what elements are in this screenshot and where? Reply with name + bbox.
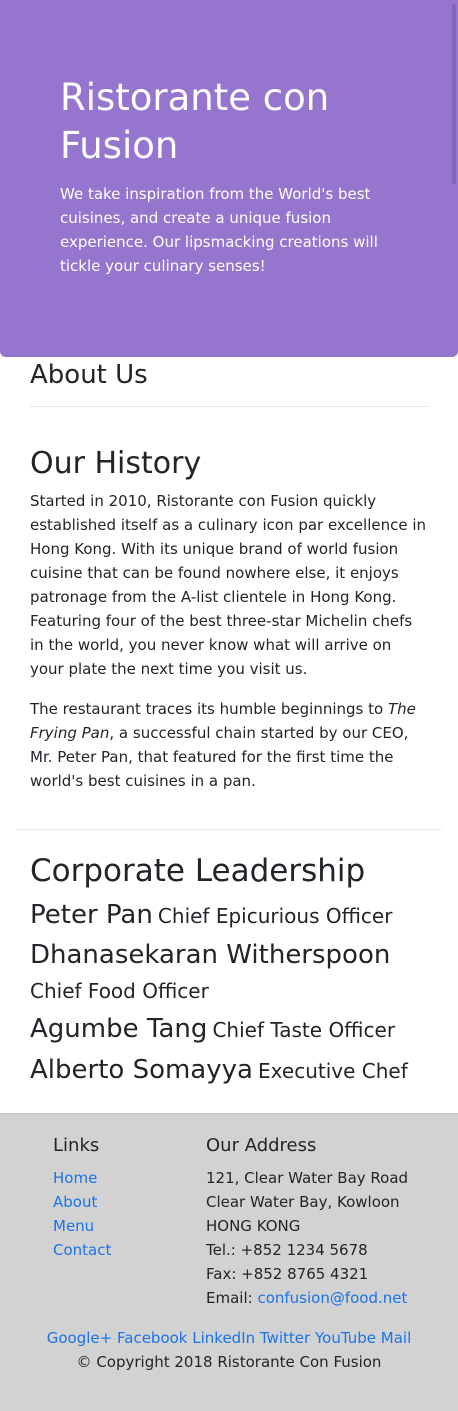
leader-name: Alberto Somayya: [30, 1055, 253, 1085]
leader-role: Chief Taste Officer: [212, 1018, 396, 1042]
footer-link-item: About: [53, 1190, 111, 1214]
footer-links: Home About Menu Contact: [53, 1166, 111, 1262]
twitter-link[interactable]: Twitter: [260, 1329, 310, 1347]
leader-role: Executive Chef: [258, 1059, 408, 1083]
link-menu[interactable]: Menu: [53, 1217, 94, 1235]
address-heading: Our Address: [206, 1135, 317, 1156]
copyright: © Copyright 2018 Ristorante Con Fusion: [76, 1353, 382, 1371]
links-heading: Links: [53, 1135, 100, 1156]
footer-link-item: Home: [53, 1166, 111, 1190]
link-about[interactable]: About: [53, 1193, 97, 1211]
leader-entry: Alberto Somayya Executive Chef: [30, 1052, 430, 1089]
scrollbar-thumb[interactable]: [452, 4, 456, 184]
footer-link-item: Contact: [53, 1238, 111, 1262]
leader-role: Chief Food Officer: [30, 979, 209, 1003]
youtube-link[interactable]: YouTube: [315, 1329, 376, 1347]
leader-name: Dhanasekaran Witherspoon: [30, 940, 391, 970]
history-paragraph-2: The restaurant traces its humble beginni…: [30, 697, 428, 793]
restaurant-description: We take inspiration from the World's bes…: [60, 185, 378, 275]
footer-link-item: Menu: [53, 1214, 111, 1238]
google-plus-link[interactable]: Google+: [47, 1329, 112, 1347]
leader-name: Peter Pan: [30, 900, 153, 930]
link-home[interactable]: Home: [53, 1169, 97, 1187]
divider: [30, 406, 428, 407]
social-links: Google+ Facebook LinkedIn Twitter YouTub…: [0, 1326, 458, 1350]
address-block: 121, Clear Water Bay Road Clear Water Ba…: [206, 1166, 408, 1310]
leader-name: Agumbe Tang: [30, 1014, 208, 1044]
leader-entry: Peter Pan Chief Epicurious Officer: [30, 897, 430, 934]
link-contact[interactable]: Contact: [53, 1241, 111, 1259]
history-heading: Our History: [30, 446, 202, 481]
section-divider: [16, 829, 442, 830]
email-label: Email:: [206, 1289, 258, 1307]
leader-role: Chief Epicurious Officer: [157, 904, 393, 928]
para2-text-a: The restaurant traces its humble beginni…: [30, 700, 388, 718]
history-paragraph-1: Started in 2010, Ristorante con Fusion q…: [30, 492, 427, 678]
jumbotron: Ristorante con Fusion We take inspiratio…: [0, 0, 458, 357]
mail-link[interactable]: Mail: [381, 1329, 411, 1347]
address-line-3: HONG KONG: [206, 1217, 301, 1235]
telephone: Tel.: +852 1234 5678: [206, 1241, 368, 1259]
leadership-heading: Corporate Leadership: [30, 853, 366, 889]
title-line-2: Fusion: [60, 124, 179, 167]
leader-entry: Agumbe Tang Chief Taste Officer: [30, 1011, 430, 1048]
facebook-link[interactable]: Facebook: [117, 1329, 187, 1347]
email-link[interactable]: confusion@food.net: [257, 1289, 407, 1307]
about-heading: About Us: [30, 360, 148, 390]
linkedin-link[interactable]: LinkedIn: [192, 1329, 255, 1347]
restaurant-title: Ristorante con Fusion: [60, 74, 408, 170]
address-line-2: Clear Water Bay, Kowloon: [206, 1193, 400, 1211]
address-line-1: 121, Clear Water Bay Road: [206, 1169, 409, 1187]
leader-entry: Dhanasekaran Witherspoon Chief Food Offi…: [30, 937, 430, 1009]
title-line-1: Ristorante con: [60, 76, 330, 119]
fax: Fax: +852 8765 4321: [206, 1265, 369, 1283]
